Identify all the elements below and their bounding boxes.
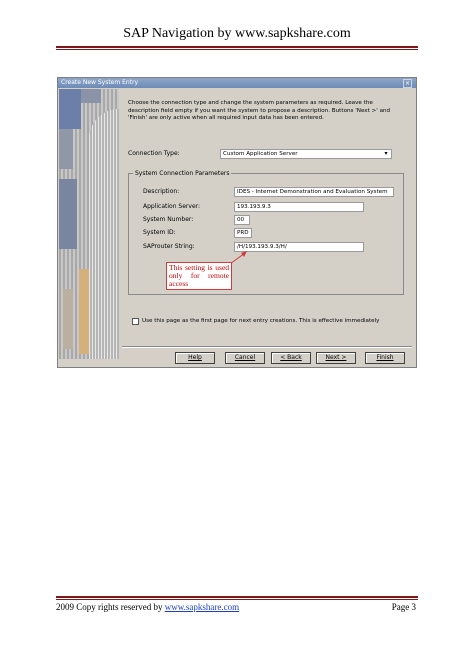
- footer-copyright: 2009 Copy rights reserved by www.sapksha…: [56, 602, 239, 612]
- system-number-field[interactable]: 00: [234, 215, 250, 225]
- cancel-button[interactable]: Cancel: [225, 352, 265, 364]
- finish-button[interactable]: Finish: [365, 352, 405, 364]
- description-field[interactable]: IDES - Internet Demonstration and Evalua…: [234, 187, 394, 197]
- button-separator: [122, 346, 412, 348]
- header-rule: [56, 46, 418, 48]
- create-system-entry-dialog: Create New System Entry × Choose the con…: [57, 77, 417, 368]
- back-button[interactable]: < Back: [271, 352, 311, 364]
- application-server-field[interactable]: 193.193.9.3: [234, 202, 364, 212]
- connection-type-label: Connection Type:: [128, 150, 180, 157]
- dialog-title: Create New System Entry: [61, 79, 139, 86]
- description-label: Description:: [143, 188, 180, 195]
- footer-rule: [56, 596, 418, 598]
- remote-access-annotation: This setting is used only for remote acc…: [166, 262, 232, 290]
- first-page-checkbox-label: Use this page as the first page for next…: [142, 318, 380, 324]
- page-header-title: SAP Navigation by www.sapkshare.com: [123, 26, 351, 41]
- connection-type-select[interactable]: Custom Application Server ▾: [220, 149, 392, 159]
- footer-copyright-text: 2009 Copy rights reserved by: [56, 602, 165, 612]
- saprouter-string-field[interactable]: /H/193.193.9.3/H/: [234, 242, 364, 252]
- system-id-field[interactable]: PRD: [234, 228, 252, 238]
- application-server-label: Application Server:: [143, 203, 201, 210]
- system-number-label: System Number:: [143, 216, 194, 223]
- close-icon[interactable]: ×: [403, 79, 412, 88]
- header-rule-thin: [56, 49, 418, 50]
- dialog-titlebar: Create New System Entry ×: [58, 78, 416, 88]
- wizard-side-image: [59, 89, 119, 359]
- first-page-checkbox[interactable]: [132, 318, 139, 325]
- help-button[interactable]: Help: [175, 352, 215, 364]
- group-title: System Connection Parameters: [133, 170, 232, 178]
- dialog-description: Choose the connection type and change th…: [128, 100, 391, 121]
- chevron-down-icon: ▾: [384, 150, 388, 157]
- connection-type-value: Custom Application Server: [223, 151, 298, 157]
- next-button[interactable]: Next >: [316, 352, 356, 364]
- system-id-label: System ID:: [143, 229, 176, 236]
- footer-rule-thin: [56, 599, 418, 600]
- footer-link[interactable]: www.sapkshare.com: [165, 602, 239, 612]
- page-number: Page 3: [391, 602, 416, 612]
- saprouter-string-label: SAProuter String:: [143, 243, 195, 250]
